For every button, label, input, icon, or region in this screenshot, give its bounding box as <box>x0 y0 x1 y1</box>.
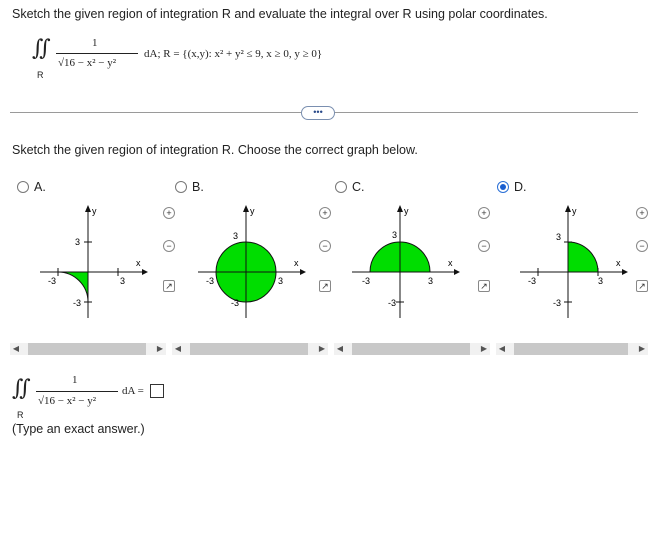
y-axis-arrow-icon <box>243 205 249 212</box>
tick-label: -3 <box>553 298 561 308</box>
y-label: y <box>92 206 97 216</box>
more-button[interactable]: ••• <box>301 106 335 120</box>
tick-label: 3 <box>278 276 283 286</box>
scroll-left-icon[interactable]: ◀ <box>10 343 22 355</box>
tick-label: 3 <box>428 276 433 286</box>
zoom-out-icon[interactable]: − <box>319 240 331 252</box>
integrand-numerator: 1 <box>92 37 98 49</box>
option-b-radio[interactable] <box>175 181 187 193</box>
x-axis-arrow-icon <box>622 269 628 275</box>
popout-icon[interactable]: ↗ <box>636 280 648 292</box>
scroll-right-icon[interactable]: ▶ <box>636 343 648 355</box>
scroll-right-icon[interactable]: ▶ <box>478 343 490 355</box>
scroll-right-icon[interactable]: ▶ <box>154 343 166 355</box>
y-axis-arrow-icon <box>565 205 571 212</box>
option-a-label: A. <box>34 180 46 194</box>
tick-label: -3 <box>362 276 370 286</box>
question-instruction: Sketch the given region of integration R… <box>12 7 548 21</box>
scroll-right-icon[interactable]: ▶ <box>316 343 328 355</box>
region-d <box>567 241 599 273</box>
graph-c: y x 3 -3 -3 3 <box>352 205 460 318</box>
y-label: y <box>572 206 577 216</box>
zoom-out-icon[interactable]: − <box>636 240 648 252</box>
tick-label: -3 <box>388 298 396 308</box>
answer-fraction-bar <box>36 391 118 392</box>
option-d-label: D. <box>514 180 527 194</box>
answer-denominator: √16 − x² − y² <box>38 395 97 407</box>
answer-integral-sign: ∬ <box>12 376 31 401</box>
tick-label: 3 <box>392 230 397 240</box>
graph-a: y x 3 -3 -3 3 <box>40 205 148 318</box>
tick-label: -3 <box>48 276 56 286</box>
tick-label: 3 <box>120 276 125 286</box>
zoom-in-icon[interactable]: + <box>163 207 175 219</box>
sub-question: Sketch the given region of integration R… <box>12 143 418 157</box>
region-subscript: R <box>37 70 44 80</box>
scroll-thumb[interactable] <box>28 343 146 355</box>
integrand-denominator: √16 − x² − y² <box>58 57 117 69</box>
scroll-left-icon[interactable]: ◀ <box>172 343 184 355</box>
answer-input[interactable] <box>150 384 164 398</box>
tick-label: -3 <box>528 276 536 286</box>
answer-numerator: 1 <box>72 374 78 386</box>
option-c-radio[interactable] <box>335 181 347 193</box>
zoom-in-icon[interactable]: + <box>319 207 331 219</box>
scrollbar-c[interactable]: ◀ ▶ <box>334 343 490 355</box>
x-axis-arrow-icon <box>142 269 148 275</box>
region-definition: dA; R = {(x,y): x² + y² ≤ 9, x ≥ 0, y ≥ … <box>144 48 323 60</box>
answer-hint: (Type an exact answer.) <box>12 422 145 436</box>
option-c-label: C. <box>352 180 365 194</box>
tick-label: 3 <box>233 231 238 241</box>
x-label: x <box>448 258 453 268</box>
y-label: y <box>404 206 409 216</box>
tick-label: 3 <box>75 237 80 247</box>
y-axis-arrow-icon <box>85 205 91 212</box>
x-axis-arrow-icon <box>300 269 306 275</box>
option-b-label: B. <box>192 180 204 194</box>
tick-label: 3 <box>598 276 603 286</box>
option-a-radio[interactable] <box>17 181 29 193</box>
zoom-out-icon[interactable]: − <box>163 240 175 252</box>
scroll-left-icon[interactable]: ◀ <box>496 343 508 355</box>
double-integral-sign: ∬ <box>32 36 51 61</box>
fraction-bar <box>56 53 138 54</box>
scrollbar-b[interactable]: ◀ ▶ <box>172 343 328 355</box>
y-label: y <box>250 206 255 216</box>
graph-b: y x 3 -3 -3 3 <box>198 205 306 318</box>
x-label: x <box>136 258 141 268</box>
x-axis-arrow-icon <box>454 269 460 275</box>
y-axis-arrow-icon <box>397 205 403 212</box>
scrollbar-d[interactable]: ◀ ▶ <box>496 343 648 355</box>
scroll-thumb[interactable] <box>514 343 628 355</box>
tick-label: -3 <box>206 276 214 286</box>
popout-icon[interactable]: ↗ <box>319 280 331 292</box>
zoom-in-icon[interactable]: + <box>478 207 490 219</box>
option-d-radio-selected[interactable] <box>497 181 509 193</box>
x-label: x <box>616 258 621 268</box>
popout-icon[interactable]: ↗ <box>478 280 490 292</box>
answer-suffix: dA = <box>122 385 144 397</box>
tick-label: -3 <box>73 298 81 308</box>
tick-label: 3 <box>556 232 561 242</box>
scroll-left-icon[interactable]: ◀ <box>334 343 346 355</box>
scroll-thumb[interactable] <box>190 343 308 355</box>
scrollbar-a[interactable]: ◀ ▶ <box>10 343 166 355</box>
graph-d: y x 3 -3 -3 3 <box>520 205 628 318</box>
answer-region-subscript: R <box>17 410 24 420</box>
zoom-out-icon[interactable]: − <box>478 240 490 252</box>
tick-label: -3 <box>231 298 239 308</box>
x-label: x <box>294 258 299 268</box>
popout-icon[interactable]: ↗ <box>163 280 175 292</box>
scroll-thumb[interactable] <box>352 343 470 355</box>
zoom-in-icon[interactable]: + <box>636 207 648 219</box>
